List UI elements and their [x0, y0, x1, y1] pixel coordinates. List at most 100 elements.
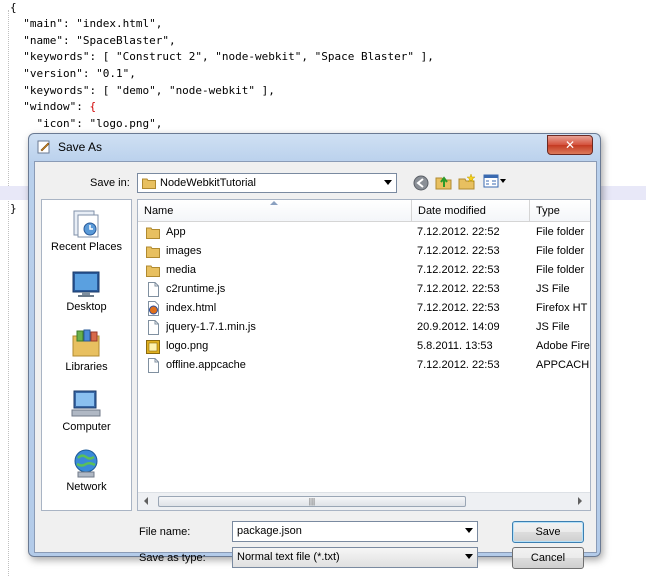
sort-ascending-icon	[270, 201, 278, 205]
place-computer[interactable]: Computer	[42, 386, 131, 444]
file-name: index.html	[166, 302, 217, 314]
file-type: File folder	[536, 264, 585, 276]
file-icon	[148, 282, 159, 297]
code-line: "version": "0.1",	[10, 67, 136, 80]
chevron-down-icon	[465, 554, 473, 559]
code-line: "main": "index.html",	[10, 17, 163, 30]
recent-places-icon	[73, 210, 99, 238]
view-menu-button[interactable]	[483, 173, 509, 191]
folder-icon	[146, 246, 160, 258]
file-row[interactable]: jquery-1.7.1.min.js 20.9.2012. 14:09 JS Fi…	[138, 318, 590, 337]
folder-icon	[142, 178, 156, 189]
dialog-titlebar[interactable]: Save As ✕	[29, 134, 600, 160]
new-folder-icon[interactable]	[458, 173, 476, 191]
place-libraries[interactable]: Libraries	[42, 326, 131, 384]
place-label: Desktop	[66, 301, 107, 313]
folder-icon	[146, 227, 160, 239]
place-label: Libraries	[65, 361, 108, 373]
file-date: 7.12.2012. 22:52	[417, 226, 500, 238]
file-icon	[148, 320, 159, 335]
libraries-icon	[72, 329, 100, 357]
network-icon	[74, 449, 98, 478]
file-icon	[148, 358, 159, 373]
save-in-dropdown[interactable]: NodeWebkitTutorial	[137, 173, 397, 193]
back-icon[interactable]	[412, 174, 430, 192]
chevron-down-icon	[384, 180, 392, 185]
file-row[interactable]: offline.appcache 7.12.2012. 22:53 APPCACH	[138, 356, 590, 375]
code-line: {	[10, 1, 17, 14]
dialog-body: Save in: NodeWebkitTutorial Recent Place…	[34, 161, 597, 569]
places-bar: Recent Places Desktop Libraries Computer…	[41, 199, 132, 511]
editor-gutter	[8, 10, 9, 576]
save-as-icon	[37, 140, 50, 154]
save-button[interactable]: Save	[512, 521, 584, 543]
horizontal-scrollbar[interactable]: |||	[138, 492, 590, 510]
file-type: Firefox HT	[536, 302, 588, 314]
code-line: "name": "SpaceBlaster",	[10, 34, 176, 47]
file-list[interactable]: Name Date modified Type App 7.12.2012. 22…	[137, 199, 591, 511]
desktop-icon	[72, 271, 100, 297]
file-name: jquery-1.7.1.min.js	[166, 321, 256, 333]
file-date: 7.12.2012. 22:53	[417, 245, 500, 257]
file-type: File folder	[536, 226, 585, 238]
code-line: }	[10, 202, 17, 215]
place-network[interactable]: Network	[42, 446, 131, 504]
folder-icon	[146, 265, 160, 277]
cancel-button[interactable]: Cancel	[512, 547, 584, 569]
place-label: Network	[66, 481, 107, 493]
place-recent-places[interactable]: Recent Places	[42, 206, 131, 264]
column-header-date[interactable]: Date modified	[412, 200, 530, 222]
place-desktop[interactable]: Desktop	[42, 266, 131, 324]
close-button[interactable]: ✕	[547, 135, 593, 155]
image-icon	[146, 340, 160, 354]
code-line: "icon": "logo.png",	[10, 117, 163, 130]
scrollbar-thumb[interactable]: |||	[158, 496, 466, 507]
file-name-label: File name:	[139, 526, 191, 538]
file-row[interactable]: index.html 7.12.2012. 22:53 Firefox HT	[138, 299, 590, 318]
code-line: "keywords": [ "demo", "node-webkit" ],	[10, 84, 275, 97]
file-name: offline.appcache	[166, 359, 246, 371]
file-name: App	[166, 226, 186, 238]
scroll-right-icon[interactable]	[578, 497, 582, 505]
file-type: JS File	[536, 321, 570, 333]
place-label: Recent Places	[51, 241, 122, 253]
file-type: JS File	[536, 283, 570, 295]
file-row[interactable]: media 7.12.2012. 22:53 File folder	[138, 261, 590, 280]
file-name-value: package.json	[237, 525, 302, 537]
save-as-type-dropdown[interactable]: Normal text file (*.txt)	[232, 547, 478, 568]
file-row[interactable]: App 7.12.2012. 22:52 File folder	[138, 223, 590, 242]
chevron-down-icon	[500, 179, 506, 183]
column-header-type[interactable]: Type	[530, 200, 590, 222]
dialog-title: Save As	[58, 140, 103, 154]
save-as-type-label: Save as type:	[139, 552, 206, 564]
file-type: APPCACH	[536, 359, 590, 371]
place-label: Computer	[62, 421, 111, 433]
file-row[interactable]: c2runtime.js 7.12.2012. 22:53 JS File	[138, 280, 590, 299]
file-date: 7.12.2012. 22:53	[417, 359, 500, 371]
file-date: 7.12.2012. 22:53	[417, 302, 500, 314]
file-name: images	[166, 245, 202, 257]
firefox-icon	[148, 301, 159, 316]
save-as-type-value: Normal text file (*.txt)	[237, 551, 340, 563]
column-header-name[interactable]: Name	[138, 200, 412, 222]
file-row[interactable]: images 7.12.2012. 22:53 File folder	[138, 242, 590, 261]
scroll-left-icon[interactable]	[144, 497, 148, 505]
file-type: Adobe Fire	[536, 340, 590, 352]
file-name: c2runtime.js	[166, 283, 226, 295]
file-type: File folder	[536, 245, 585, 257]
computer-icon	[71, 390, 101, 417]
chevron-down-icon	[465, 528, 473, 533]
save-in-label: Save in:	[90, 177, 130, 189]
file-row[interactable]: logo.png 5.8.2011. 13:53 Adobe Fire	[138, 337, 590, 356]
save-in-value: NodeWebkitTutorial	[160, 177, 256, 189]
file-name-input[interactable]: package.json	[232, 521, 478, 542]
file-date: 20.9.2012. 14:09	[417, 321, 500, 333]
file-date: 7.12.2012. 22:53	[417, 283, 500, 295]
code-line: "keywords": [ "Construct 2", "node-webki…	[10, 50, 434, 63]
up-folder-icon[interactable]	[435, 173, 453, 191]
code-line: "window": {	[10, 100, 97, 113]
save-as-dialog: Save As ✕ Save in: NodeWebkitTutorial Re…	[28, 133, 601, 569]
view-icon	[483, 174, 499, 188]
file-date: 5.8.2011. 13:53	[417, 340, 493, 352]
file-name: media	[166, 264, 196, 276]
